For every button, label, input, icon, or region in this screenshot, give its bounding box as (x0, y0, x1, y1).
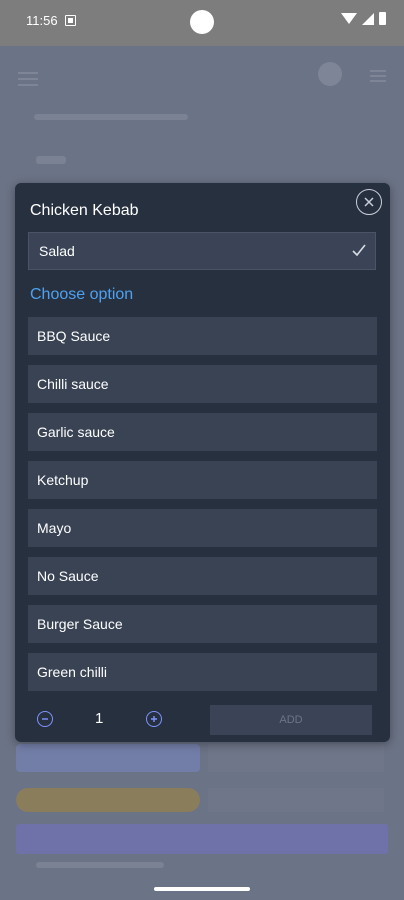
option-label: Green chilli (37, 664, 108, 680)
minus-icon (42, 718, 48, 720)
plus-icon (151, 716, 157, 722)
avatar (318, 62, 342, 86)
option-modal: Chicken Kebab Salad Choose option BBQ Sa… (15, 183, 390, 742)
background-tab (16, 788, 200, 812)
battery-icon (379, 12, 386, 25)
background-text (36, 156, 66, 164)
close-button[interactable] (356, 189, 382, 215)
option-label: Ketchup (37, 472, 89, 488)
status-time: 11:56 (26, 13, 58, 28)
decrease-quantity-button[interactable] (37, 711, 53, 727)
close-icon (364, 197, 374, 207)
more-menu-icon (370, 70, 386, 72)
option-label: Chilli sauce (37, 376, 109, 392)
option-label: BBQ Sauce (37, 328, 111, 344)
check-icon (352, 244, 366, 257)
option-item[interactable]: Chilli sauce (28, 365, 377, 403)
quantity-stepper: 1 ADD (15, 703, 390, 735)
camera-cutout (190, 10, 214, 34)
status-icons (341, 12, 386, 25)
increase-quantity-button[interactable] (146, 711, 162, 727)
option-item[interactable]: Ketchup (28, 461, 377, 499)
option-label: Mayo (37, 520, 72, 536)
signal-icon (362, 12, 374, 25)
option-item[interactable]: Green chilli (28, 653, 377, 691)
background-tab (16, 744, 200, 772)
menu-icon (18, 72, 38, 74)
option-item[interactable]: Garlic sauce (28, 413, 377, 451)
notification-icon (65, 15, 76, 26)
add-button-label: ADD (279, 714, 303, 726)
option-label: Burger Sauce (37, 616, 123, 632)
home-indicator[interactable] (154, 887, 250, 891)
status-bar: 11:56 (0, 0, 404, 46)
background-basket-bar (16, 824, 388, 854)
option-item[interactable]: Burger Sauce (28, 605, 377, 643)
wifi-icon (341, 13, 357, 24)
background-tab (208, 788, 384, 812)
option-label: No Sauce (37, 568, 99, 584)
selected-option-row[interactable]: Salad (28, 232, 376, 270)
quantity-value: 1 (95, 710, 104, 727)
option-item[interactable]: Mayo (28, 509, 377, 547)
add-button[interactable]: ADD (210, 705, 372, 735)
option-item[interactable]: No Sauce (28, 557, 377, 595)
modal-title: Chicken Kebab (30, 202, 139, 219)
selected-option-label: Salad (39, 243, 75, 259)
choose-option-label: Choose option (30, 286, 134, 303)
option-label: Garlic sauce (37, 424, 115, 440)
background-tab (208, 744, 384, 772)
background-text (36, 862, 164, 868)
option-list: BBQ Sauce Chilli sauce Garlic sauce Ketc… (28, 317, 377, 701)
option-item[interactable]: BBQ Sauce (28, 317, 377, 355)
background-text (34, 114, 188, 120)
